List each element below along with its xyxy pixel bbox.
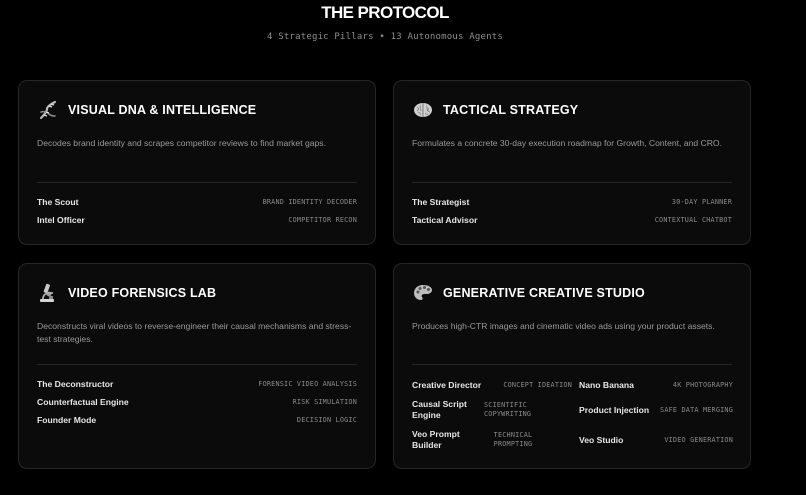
agent-row: The Deconstructor FORENSIC VIDEO ANALYSI… — [37, 379, 357, 389]
card-header: VISUAL DNA & INTELLIGENCE — [37, 99, 256, 121]
agent-name: Counterfactual Engine — [37, 397, 129, 407]
card-divider — [37, 364, 357, 365]
agent-cell: Veo Prompt Builder TECHNICAL PROMPTING — [412, 428, 572, 452]
agent-tag: TECHNICAL PROMPTING — [493, 431, 533, 448]
agent-tag: RISK SIMULATION — [292, 398, 357, 406]
agent-cell: Nano Banana 4K PHOTOGRAPHY — [579, 379, 733, 391]
pillar-card-video-forensics[interactable]: VIDEO FORENSICS LAB Deconstructs viral v… — [18, 263, 376, 469]
agent-tag: DECISION LOGIC — [296, 416, 357, 424]
card-title: VISUAL DNA & INTELLIGENCE — [68, 103, 257, 117]
agent-name: Veo Studio — [579, 434, 624, 445]
agent-name: Causal Script Engine — [412, 399, 467, 420]
palette-icon — [412, 282, 434, 304]
agent-row: The Strategist 30-DAY PLANNER — [412, 197, 732, 207]
card-divider — [412, 364, 732, 365]
card-description: Deconstructs viral videos to reverse-eng… — [37, 321, 352, 344]
agent-tag: CONCEPT IDEATION — [503, 380, 572, 389]
card-description: Produces high-CTR images and cinematic v… — [412, 321, 715, 331]
agent-name: Creative Director — [412, 379, 482, 390]
agent-name: The Strategist — [412, 197, 470, 207]
pillar-card-tactical-strategy[interactable]: TACTICAL STRATEGY Formulates a concrete … — [393, 80, 751, 245]
page-title: THE PROTOCOL — [321, 3, 449, 22]
agent-tag: COMPETITOR RECON — [288, 216, 357, 224]
agent-tag: FORENSIC VIDEO ANALYSIS — [258, 380, 357, 388]
agent-name: The Scout — [37, 197, 79, 207]
card-header: TACTICAL STRATEGY — [412, 99, 578, 121]
agent-row: Intel Officer COMPETITOR RECON — [37, 215, 357, 225]
agent-row: The Scout BRAND IDENTITY DECODER — [37, 197, 357, 207]
page-subtitle: 4 Strategic Pillars • 13 Autonomous Agen… — [267, 32, 503, 42]
brain-icon — [412, 99, 434, 121]
agent-cell: Product Injection SAFE DATA MERGING — [579, 404, 733, 416]
dna-icon — [37, 99, 59, 121]
agent-cell: Creative Director CONCEPT IDEATION — [412, 379, 572, 391]
agent-name: Founder Mode — [37, 415, 97, 425]
agent-name: Tactical Advisor — [412, 215, 478, 225]
agent-cell: Causal Script Engine SCIENTIFIC COPYWRIT… — [412, 398, 572, 422]
agent-row: Counterfactual Engine RISK SIMULATION — [37, 397, 357, 407]
card-title: VIDEO FORENSICS LAB — [68, 286, 217, 300]
agent-name: Veo Prompt Builder — [412, 429, 460, 450]
card-description: Formulates a concrete 30-day execution r… — [412, 138, 723, 148]
agent-name: Intel Officer — [37, 215, 85, 225]
card-header: GENERATIVE CREATIVE STUDIO — [412, 282, 645, 304]
pillar-card-creative-studio[interactable]: GENERATIVE CREATIVE STUDIO Produces high… — [393, 263, 751, 469]
card-title: TACTICAL STRATEGY — [443, 103, 579, 117]
agent-tag: SAFE DATA MERGING — [660, 405, 733, 414]
pillar-card-visual-dna[interactable]: VISUAL DNA & INTELLIGENCE Decodes brand … — [18, 80, 376, 245]
agent-cell: Veo Studio VIDEO GENERATION — [579, 434, 733, 446]
agent-name: The Deconstructor — [37, 379, 114, 389]
agent-tag: VIDEO GENERATION — [664, 435, 733, 444]
card-divider — [37, 182, 357, 183]
agent-tag: CONTEXTUAL CHATBOT — [654, 216, 732, 224]
card-title: GENERATIVE CREATIVE STUDIO — [443, 286, 645, 300]
microscope-icon — [37, 282, 59, 304]
card-header: VIDEO FORENSICS LAB — [37, 282, 216, 304]
card-divider — [412, 182, 732, 183]
agent-name: Nano Banana — [579, 379, 634, 390]
agent-tag: BRAND IDENTITY DECODER — [262, 198, 357, 206]
agent-tag: SCIENTIFIC COPYWRITING — [484, 401, 532, 418]
agent-tag: 4K PHOTOGRAPHY — [672, 380, 733, 389]
card-description: Decodes brand identity and scrapes compe… — [37, 138, 326, 148]
agent-name: Product Injection — [579, 404, 650, 415]
agent-row: Tactical Advisor CONTEXTUAL CHATBOT — [412, 215, 732, 225]
agent-tag: 30-DAY PLANNER — [671, 198, 732, 206]
protocol-page: THE PROTOCOL 4 Strategic Pillars • 13 Au… — [0, 0, 806, 495]
agent-row: Founder Mode DECISION LOGIC — [37, 415, 357, 425]
